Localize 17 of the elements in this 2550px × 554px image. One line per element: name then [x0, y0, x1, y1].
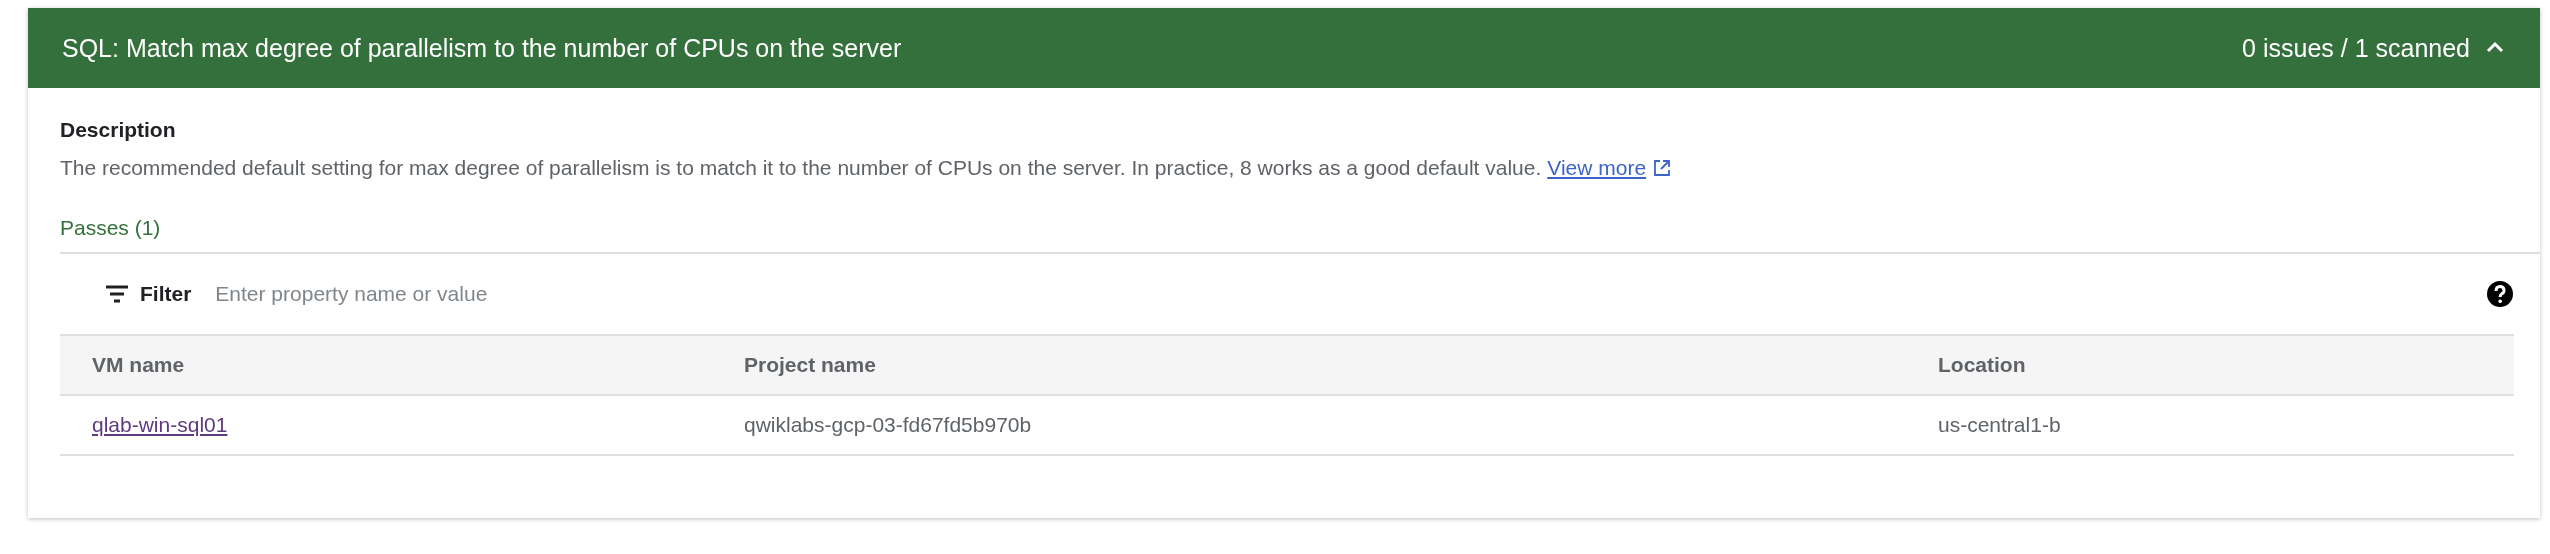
description-text: The recommended default setting for max degree of parallelism is to match it to the number of CPUs on the server. In practice, 8 works as a good default value.: [60, 156, 1542, 180]
section-header[interactable]: SQL: Match max degree of parallelism to the number of CPUs on the server 0 issues / 1 scanned: [28, 8, 2540, 88]
table-cell: qwiklabs-gcp-03-fd67fd5b970b: [744, 413, 1032, 436]
section-title: SQL: Match max degree of parallelism to the number of CPUs on the server: [62, 33, 902, 63]
passes-heading: Passes (1): [60, 216, 162, 241]
vm-name-link[interactable]: qlab-win-sql01: [92, 413, 228, 436]
filter-button[interactable]: Filter: [100, 278, 196, 310]
filter-icon: [104, 284, 130, 304]
help-icon: [2486, 280, 2514, 308]
table-cell: us-central1-b: [1938, 413, 2061, 436]
view-more-link[interactable]: View more: [1547, 156, 1647, 180]
column-header: VM name: [92, 353, 186, 377]
description-heading: Description: [60, 118, 177, 142]
scan-summary: 0 issues / 1 scanned: [2242, 33, 2470, 63]
column-header: Location: [1938, 353, 2027, 377]
column-header: Project name: [744, 353, 877, 377]
external-link-icon: [1652, 158, 1673, 178]
